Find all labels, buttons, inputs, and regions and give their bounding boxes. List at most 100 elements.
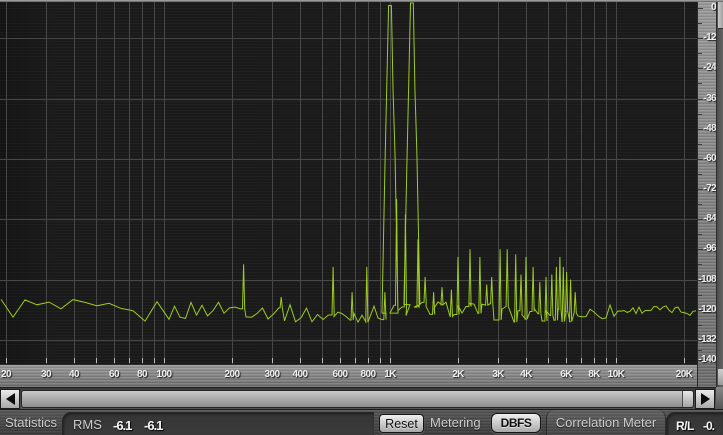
freq-tick bbox=[390, 358, 391, 363]
vertical-scrollbar-thumb[interactable] bbox=[718, 2, 723, 29]
freq-axis-label: 60 bbox=[109, 369, 120, 380]
spectrum-trace bbox=[0, 2, 697, 324]
freq-axis-label: 400 bbox=[292, 369, 308, 380]
tab-statistics[interactable]: Statistics bbox=[0, 410, 62, 435]
db-axis-label: -84 bbox=[703, 213, 716, 224]
db-tick bbox=[698, 23, 702, 24]
db-tick bbox=[698, 144, 702, 145]
freq-axis-label: 20K bbox=[675, 369, 693, 380]
scrollbar-corner bbox=[716, 387, 723, 409]
metering-label: Metering bbox=[430, 415, 481, 430]
rl-label: R/L bbox=[676, 419, 694, 433]
db-axis-label: -72 bbox=[703, 183, 716, 194]
freq-axis-label: 100 bbox=[156, 369, 172, 380]
dbfs-button[interactable]: DBFS bbox=[491, 413, 541, 433]
freq-tick bbox=[526, 358, 527, 363]
freq-axis-label: 80 bbox=[137, 369, 148, 380]
db-axis-label: -60 bbox=[703, 153, 716, 164]
scrollbar-thumb-grip[interactable] bbox=[682, 391, 693, 407]
freq-axis-label: 4K bbox=[520, 369, 532, 380]
freq-tick bbox=[581, 358, 582, 363]
vertical-scrollbar[interactable] bbox=[716, 2, 723, 387]
freq-axis-label: 800 bbox=[360, 369, 376, 380]
rms-value-left: -6.1 bbox=[113, 418, 132, 433]
freq-axis-label: 8K bbox=[588, 369, 600, 380]
freq-tick bbox=[458, 358, 459, 363]
status-bar: Statistics RMS -6.1 -6.1 Reset Metering … bbox=[0, 409, 723, 435]
freq-tick bbox=[566, 358, 567, 363]
db-axis-label: -120 bbox=[698, 304, 716, 315]
db-tick bbox=[698, 325, 702, 326]
freq-axis-label: 30 bbox=[41, 369, 52, 380]
freq-axis-label: 20 bbox=[1, 369, 12, 380]
db-axis-label: -12 bbox=[703, 32, 716, 43]
horizontal-scrollbar[interactable] bbox=[0, 387, 716, 410]
freq-tick bbox=[272, 358, 273, 363]
db-tick bbox=[698, 114, 702, 115]
scroll-left-button[interactable] bbox=[0, 389, 20, 409]
freq-tick bbox=[96, 358, 97, 363]
freq-tick bbox=[322, 358, 323, 363]
freq-tick bbox=[129, 358, 130, 363]
db-axis-label: -108 bbox=[698, 274, 716, 285]
freq-tick bbox=[594, 358, 595, 363]
freq-tick bbox=[300, 358, 301, 363]
freq-axis-label: 40 bbox=[69, 369, 80, 380]
freq-tick bbox=[498, 358, 499, 363]
freq-tick bbox=[114, 358, 115, 363]
freq-tick bbox=[684, 358, 685, 363]
freq-tick bbox=[616, 358, 617, 363]
rms-value-right: -6.1 bbox=[144, 418, 163, 433]
freq-tick bbox=[355, 358, 356, 363]
db-tick bbox=[698, 8, 703, 9]
freq-tick bbox=[74, 358, 75, 363]
db-axis-label: -140 bbox=[698, 354, 716, 365]
scroll-down-button[interactable] bbox=[718, 369, 723, 385]
freq-tick bbox=[232, 358, 233, 363]
freq-axis-label: 600 bbox=[332, 369, 348, 380]
freq-tick bbox=[340, 358, 341, 363]
freq-axis-label: 1K bbox=[384, 369, 396, 380]
rl-value: -0. bbox=[703, 419, 715, 433]
db-tick bbox=[698, 204, 702, 205]
db-tick bbox=[698, 174, 702, 175]
db-tick bbox=[698, 83, 702, 84]
grid-lines bbox=[0, 2, 697, 364]
db-axis-label: -48 bbox=[703, 123, 716, 134]
db-tick bbox=[698, 53, 702, 54]
spectrum-plot[interactable] bbox=[0, 2, 697, 364]
frequency-axis: 20 30 40 60 80 100 200 300 400 600 800 1K 2K 3K 4K 6K 8K… bbox=[0, 364, 697, 388]
db-axis-label: -132 bbox=[698, 334, 716, 345]
freq-tick bbox=[46, 358, 47, 363]
db-axis: 0 -12 -24 -36 -48 -60 -72 -84 -96 -108 -120 -132 -14… bbox=[697, 2, 717, 387]
freq-tick bbox=[548, 358, 549, 363]
freq-axis-label: 10K bbox=[607, 369, 625, 380]
freq-axis-label: 200 bbox=[224, 369, 240, 380]
rl-panel: R/L -0. bbox=[666, 412, 723, 435]
rms-panel: RMS -6.1 -6.1 bbox=[62, 412, 374, 435]
rms-label: RMS bbox=[73, 417, 102, 432]
spectrum-svg bbox=[0, 2, 697, 364]
freq-tick bbox=[606, 358, 607, 363]
db-tick bbox=[698, 295, 702, 296]
freq-axis-label: 2K bbox=[452, 369, 464, 380]
freq-axis-label: 3K bbox=[492, 369, 504, 380]
db-tick bbox=[698, 264, 702, 265]
db-tick bbox=[698, 234, 702, 235]
freq-tick bbox=[368, 358, 369, 363]
freq-tick bbox=[142, 358, 143, 363]
freq-tick bbox=[6, 358, 7, 363]
freq-axis-label: 6K bbox=[560, 369, 572, 380]
db-axis-label: -96 bbox=[703, 243, 716, 254]
freq-axis-label: 300 bbox=[264, 369, 280, 380]
db-axis-label: -24 bbox=[703, 62, 716, 73]
reset-button[interactable]: Reset bbox=[379, 414, 424, 433]
db-tick bbox=[698, 350, 702, 351]
horizontal-scrollbar-thumb[interactable] bbox=[21, 390, 694, 408]
freq-tick bbox=[164, 358, 165, 363]
tab-correlation-meter[interactable]: Correlation Meter bbox=[546, 410, 666, 435]
scroll-right-button[interactable] bbox=[695, 389, 715, 409]
right-arrow-icon bbox=[700, 393, 710, 405]
freq-tick bbox=[380, 358, 381, 363]
db-axis-label: -36 bbox=[703, 93, 716, 104]
